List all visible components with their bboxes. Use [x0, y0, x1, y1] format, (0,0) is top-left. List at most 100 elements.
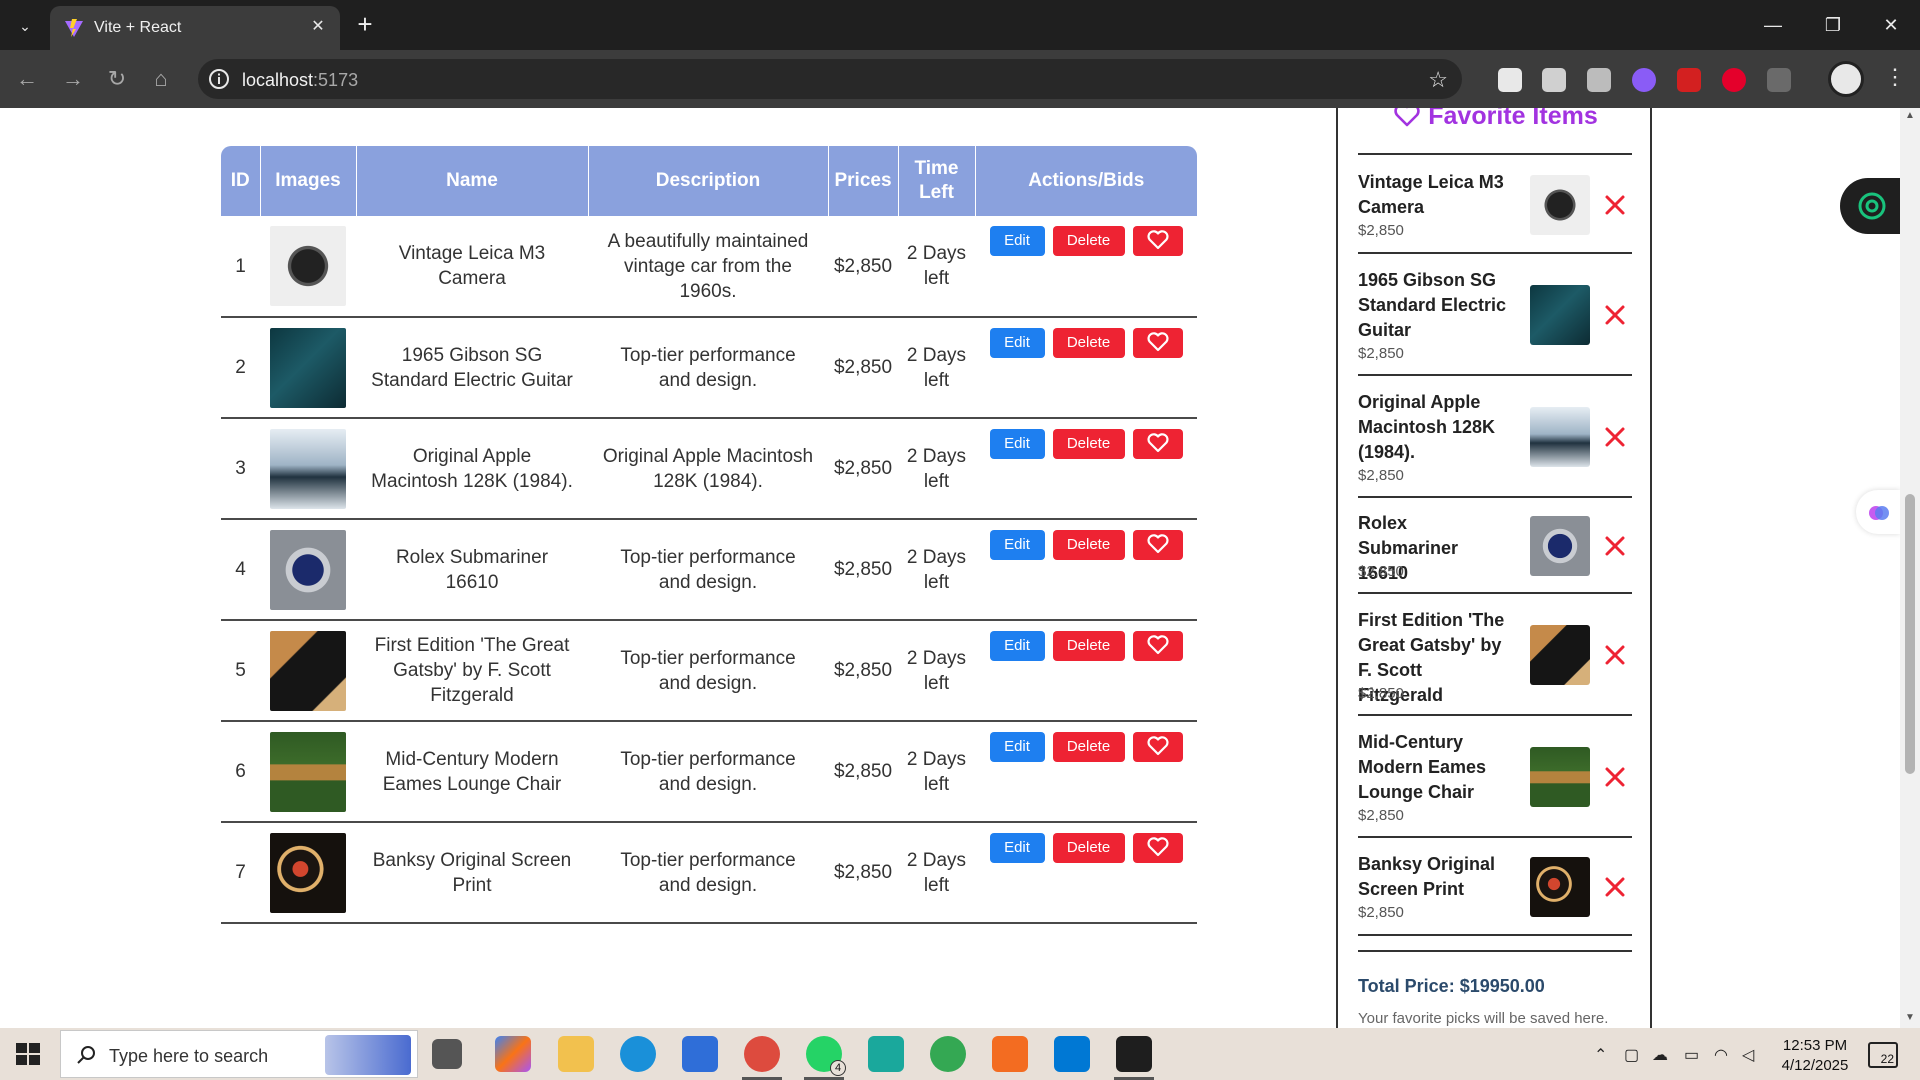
- favorite-button[interactable]: [1132, 732, 1183, 762]
- notification-center-icon[interactable]: 22: [1868, 1042, 1898, 1068]
- edge-browser-icon[interactable]: [620, 1036, 656, 1072]
- page-viewport: ID Images Name Description Prices Time L…: [0, 108, 1920, 1028]
- scrollbar-thumb[interactable]: [1905, 494, 1915, 774]
- row-image-cell: [260, 418, 356, 520]
- item-image: [270, 327, 346, 408]
- favorite-button[interactable]: [1132, 328, 1183, 358]
- back-arrow-icon[interactable]: ←: [12, 64, 42, 94]
- heart-icon: [1146, 332, 1169, 352]
- row-id: 4: [221, 519, 260, 621]
- heart-icon: [1146, 635, 1169, 655]
- tab-close-icon[interactable]: ✕: [306, 15, 330, 39]
- remove-favorite-close-icon[interactable]: [1603, 303, 1627, 327]
- favorite-item-name: 1965 Gibson SG Standard Electric Guitar: [1358, 270, 1507, 340]
- delete-button[interactable]: Delete: [1052, 429, 1125, 459]
- row-actions: Edit Delete: [975, 216, 1197, 318]
- pinterest-extension-icon[interactable]: [1722, 68, 1746, 92]
- edit-button[interactable]: Edit: [989, 328, 1045, 358]
- chrome-icon[interactable]: [744, 1036, 780, 1072]
- device-icon[interactable]: ▢: [1624, 1045, 1639, 1065]
- favorite-button[interactable]: [1132, 429, 1183, 459]
- browser-tab[interactable]: Vite + React ✕: [50, 6, 340, 50]
- file-explorer-icon[interactable]: [558, 1036, 594, 1072]
- profile-avatar[interactable]: [1828, 61, 1864, 97]
- minimize-button[interactable]: —: [1750, 8, 1796, 42]
- page-scrollbar[interactable]: ▲ ▼: [1900, 108, 1920, 1028]
- delete-button[interactable]: Delete: [1052, 328, 1125, 358]
- url-port: :5173: [313, 70, 359, 90]
- chrome-profile-icon[interactable]: [930, 1036, 966, 1072]
- pycharm-icon[interactable]: [868, 1036, 904, 1072]
- browser-menu-icon[interactable]: ⋮: [1880, 64, 1910, 90]
- forward-arrow-icon[interactable]: →: [58, 64, 88, 94]
- maximize-button[interactable]: ❐: [1810, 8, 1856, 42]
- edit-button[interactable]: Edit: [989, 530, 1045, 560]
- pdf-extension-icon[interactable]: [1677, 68, 1701, 92]
- favorite-button[interactable]: [1132, 530, 1183, 560]
- delete-button[interactable]: Delete: [1052, 833, 1125, 863]
- taskbar-search-box[interactable]: Type here to search: [60, 1030, 418, 1078]
- clock-time: 12:53 PM: [1782, 1037, 1848, 1054]
- site-info-icon[interactable]: [208, 68, 230, 90]
- edit-button[interactable]: Edit: [989, 226, 1045, 256]
- edit-button[interactable]: Edit: [989, 732, 1045, 762]
- whatsapp-icon[interactable]: 4: [806, 1036, 846, 1076]
- show-hidden-icons-icon[interactable]: ⌃: [1594, 1045, 1607, 1065]
- system-clock[interactable]: 12:53 PM 4/12/2025: [1770, 1036, 1860, 1076]
- reading-list-icon[interactable]: [1498, 68, 1522, 92]
- favorite-button[interactable]: [1132, 833, 1183, 863]
- remove-favorite-close-icon[interactable]: [1603, 765, 1627, 789]
- terminal-icon[interactable]: [1116, 1036, 1152, 1072]
- wifi-icon[interactable]: ◠: [1714, 1045, 1728, 1065]
- favorites-title: Favorite Items: [1338, 108, 1654, 131]
- favorites-hint: Your favorite picks will be saved here.: [1358, 1010, 1609, 1027]
- tab-search-chevron-icon[interactable]: ⌄: [10, 12, 40, 40]
- remove-favorite-close-icon[interactable]: [1603, 643, 1627, 667]
- delete-button[interactable]: Delete: [1052, 530, 1125, 560]
- divider: [1358, 950, 1632, 952]
- reload-icon[interactable]: ↻: [102, 64, 132, 94]
- favorite-item-name: Vintage Leica M3 Camera: [1358, 172, 1504, 217]
- onedrive-icon[interactable]: ☁: [1652, 1045, 1668, 1065]
- favorite-item-price: $2,850: [1358, 345, 1404, 362]
- translate-extension-icon[interactable]: [1587, 68, 1611, 92]
- extensions-puzzle-icon[interactable]: [1767, 68, 1791, 92]
- edit-button[interactable]: Edit: [989, 429, 1045, 459]
- home-icon[interactable]: ⌂: [146, 64, 176, 94]
- play-extension-icon[interactable]: [1632, 68, 1656, 92]
- copilot-icon[interactable]: [495, 1036, 531, 1072]
- windows-start-icon[interactable]: [12, 1040, 44, 1068]
- edit-button[interactable]: Edit: [989, 833, 1045, 863]
- bookmark-star-icon[interactable]: ☆: [1428, 67, 1448, 93]
- delete-button[interactable]: Delete: [1052, 631, 1125, 661]
- address-bar[interactable]: localhost:5173 ☆: [198, 59, 1462, 99]
- delete-button[interactable]: Delete: [1052, 226, 1125, 256]
- favorite-button[interactable]: [1132, 631, 1183, 661]
- favorite-item: Rolex Submariner 16610 $2,850: [1358, 498, 1632, 594]
- new-tab-button[interactable]: +: [350, 10, 380, 40]
- close-window-button[interactable]: ✕: [1868, 8, 1914, 42]
- volume-icon[interactable]: ◁: [1742, 1045, 1754, 1065]
- ai-assistant-floating-button[interactable]: [1856, 490, 1900, 534]
- edit-button[interactable]: Edit: [989, 631, 1045, 661]
- scroll-down-arrow-icon[interactable]: ▼: [1904, 1012, 1916, 1023]
- scroll-up-arrow-icon[interactable]: ▲: [1904, 110, 1916, 121]
- favorite-item: Original Apple Macintosh 128K (1984). $2,…: [1358, 376, 1632, 498]
- row-price: $2,850: [828, 216, 898, 318]
- remove-favorite-close-icon[interactable]: [1603, 875, 1627, 899]
- vscode-icon[interactable]: [1054, 1036, 1090, 1072]
- remove-favorite-close-icon[interactable]: [1603, 425, 1627, 449]
- microsoft-store-icon[interactable]: [682, 1036, 718, 1072]
- extension-printer-icon[interactable]: [1542, 68, 1566, 92]
- row-image-cell: [260, 620, 356, 722]
- row-description: Top-tier performance and design.: [588, 317, 828, 419]
- task-view-icon[interactable]: [432, 1039, 462, 1069]
- remove-favorite-close-icon[interactable]: [1603, 534, 1627, 558]
- table-row: 7 Banksy Original Screen Print Top-tier pe…: [221, 822, 1197, 924]
- row-id: 7: [221, 822, 260, 924]
- delete-button[interactable]: Delete: [1052, 732, 1125, 762]
- battery-icon[interactable]: ▭: [1684, 1045, 1699, 1065]
- remove-favorite-close-icon[interactable]: [1603, 193, 1627, 217]
- xampp-icon[interactable]: [992, 1036, 1028, 1072]
- favorite-button[interactable]: [1132, 226, 1183, 256]
